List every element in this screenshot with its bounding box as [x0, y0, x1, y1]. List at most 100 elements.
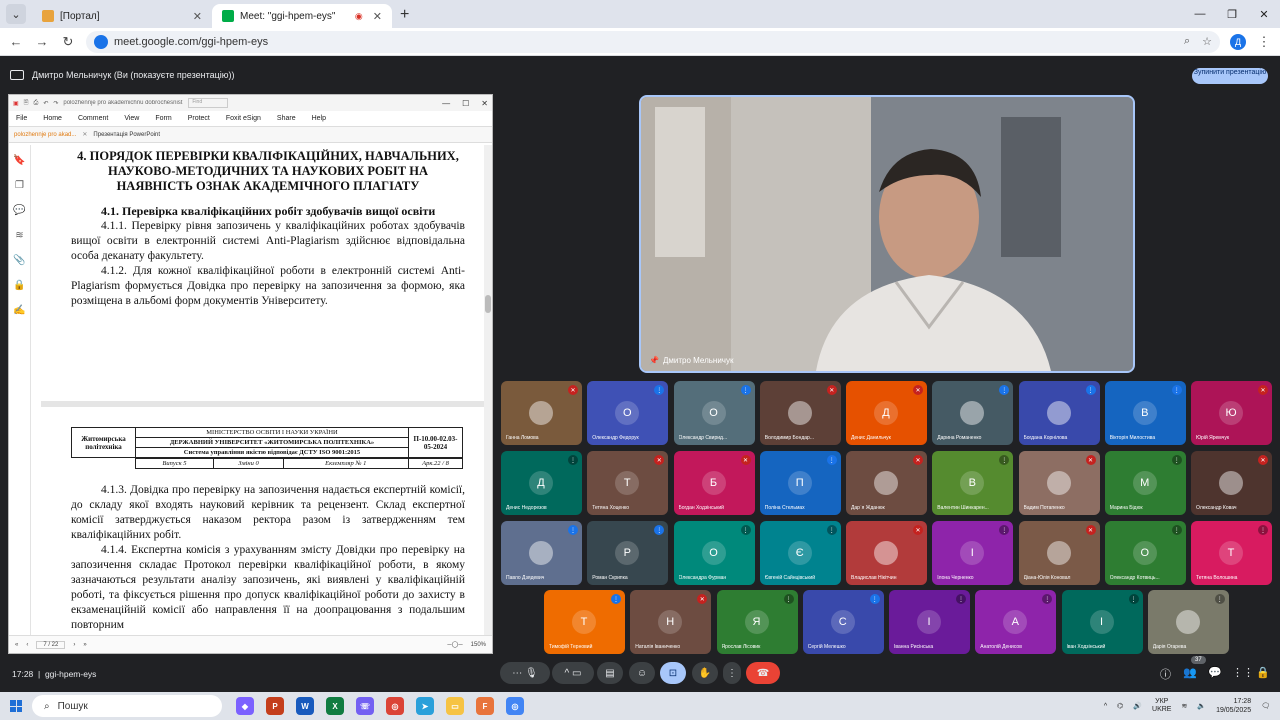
scroll-thumb[interactable]: [485, 295, 491, 313]
speaker-icon[interactable]: 🔈: [1197, 702, 1206, 710]
menu-file[interactable]: File: [16, 115, 27, 122]
menu-help[interactable]: Help: [312, 115, 326, 122]
prev-page-icon[interactable]: ‹: [26, 642, 28, 648]
participant-tile[interactable]: ✕ Дар`я Жданюк: [846, 451, 927, 515]
next-page-icon[interactable]: ›: [73, 642, 75, 648]
participant-tile[interactable]: І ⋮ Іван Ходзінський: [1061, 590, 1143, 654]
stop-presenting-button[interactable]: Зупинити презентацію: [1192, 68, 1268, 84]
more-menu-icon[interactable]: ⋮: [1256, 34, 1272, 50]
camera-button[interactable]: ^ ▭: [552, 662, 594, 684]
tab-search-icon[interactable]: ⌄: [6, 4, 26, 24]
network-icon[interactable]: ⌬: [1117, 702, 1123, 710]
participant-tile[interactable]: І ⋮ Іванна Рисінська: [889, 590, 970, 654]
zoom-icon[interactable]: ⌕: [1184, 35, 1190, 48]
participant-tile[interactable]: Є ⋮ Євгеній Сайнцівський: [759, 521, 841, 585]
document-view[interactable]: 4. ПОРЯДОК ПЕРЕВІРКИ КВАЛІФІКАЦІЙНИХ, НА…: [41, 145, 485, 635]
save-icon[interactable]: 🗎: [24, 98, 29, 108]
participant-tile[interactable]: Р ⋮ Роман Скрипка: [587, 521, 669, 585]
captions-button[interactable]: ▤: [597, 662, 623, 684]
activities-icon[interactable]: ⋮⋮: [1232, 666, 1254, 679]
undo-icon[interactable]: ↶: [43, 100, 48, 107]
raise-hand-button[interactable]: ✋: [692, 662, 718, 684]
maximize-icon[interactable]: ☐: [462, 99, 469, 108]
participant-tile[interactable]: А ⋮ Анатолій Денисов: [975, 590, 1057, 654]
menu-share[interactable]: Share: [277, 115, 296, 122]
close-tab-icon[interactable]: ✕: [373, 10, 382, 23]
participant-tile[interactable]: ✕ Володимир Бондар...: [759, 381, 841, 445]
back-icon[interactable]: ←: [8, 34, 24, 49]
menu-esign[interactable]: Foxit eSign: [226, 115, 261, 122]
pages-icon[interactable]: ❐: [15, 180, 24, 191]
last-page-icon[interactable]: »: [83, 642, 86, 648]
signature-icon[interactable]: ✍: [13, 305, 25, 316]
participant-tile[interactable]: ✕ Діана-Юлія Коновал: [1018, 521, 1100, 585]
chrome-active-icon[interactable]: ◎: [506, 697, 524, 715]
participant-tile[interactable]: Д ⋮ Денис Недорезов: [501, 451, 582, 515]
info-icon[interactable]: ⓘ: [1160, 666, 1171, 682]
participant-tile[interactable]: ⋮ Павло Дзядевич: [501, 521, 582, 585]
close-doc-tab-icon[interactable]: ✕: [82, 131, 87, 138]
browser-tab-meet[interactable]: Meet: "ggi-hpem-eys" ◉ ✕: [212, 4, 392, 28]
participant-tile[interactable]: ⋮ Дарія Огарева: [1147, 590, 1229, 654]
doc-tab-presentation[interactable]: Презентація PowerPoint: [93, 132, 160, 138]
participant-tile[interactable]: ⋮ Богдана Корнілова: [1018, 381, 1100, 445]
restore-icon[interactable]: ❐: [1216, 0, 1248, 28]
menu-comment[interactable]: Comment: [78, 115, 108, 122]
layers-icon[interactable]: ≋: [15, 230, 23, 241]
participant-tile[interactable]: С ⋮ Сергій Мелешко: [802, 590, 884, 654]
participant-tile[interactable]: ✕ Ганна Ломова: [501, 381, 582, 445]
zoom-level[interactable]: 150%: [471, 642, 486, 648]
doc-tab-polozhennje[interactable]: polozhennje pro akad...: [14, 132, 76, 138]
more-options-button[interactable]: ⋮: [723, 662, 741, 684]
bookmark-star-icon[interactable]: ☆: [1202, 35, 1212, 48]
menu-form[interactable]: Form: [155, 115, 171, 122]
participant-tile[interactable]: Я ⋮ Ярослав Лісовик: [716, 590, 798, 654]
emoji-button[interactable]: ☺: [629, 662, 655, 684]
participant-tile[interactable]: Т ⋮ Тимофій Терновий: [544, 590, 625, 654]
new-tab-icon[interactable]: +: [400, 6, 409, 24]
participant-tile[interactable]: П ⋮ Поліна Стельмах: [759, 451, 841, 515]
excel-icon[interactable]: X: [326, 697, 344, 715]
volume-icon[interactable]: 🔊: [1133, 702, 1142, 710]
forward-icon[interactable]: →: [34, 34, 50, 49]
participant-tile[interactable]: І ⋮ Ілона Черненко: [932, 521, 1014, 585]
participant-tile[interactable]: ✕ Олександр Ковач: [1191, 451, 1272, 515]
participant-tile[interactable]: Т ⋮ Тетяна Волошина: [1191, 521, 1272, 585]
zoom-slider-icon[interactable]: ─◯─: [447, 641, 462, 648]
find-input[interactable]: Find: [188, 98, 229, 108]
word-icon[interactable]: W: [296, 697, 314, 715]
clock[interactable]: 17:28 19/05/2025: [1216, 697, 1251, 715]
powerpoint-icon[interactable]: P: [266, 697, 284, 715]
page-number-input[interactable]: 7 / 22: [36, 640, 66, 649]
participant-tile[interactable]: ✕ Владислав Нікітчин: [846, 521, 927, 585]
reload-icon[interactable]: ↻: [60, 34, 76, 50]
close-tab-icon[interactable]: ✕: [193, 10, 202, 23]
url-text[interactable]: meet.google.com/ggi-hpem-eys: [114, 36, 268, 48]
participant-tile[interactable]: Д ✕ Денис Данильчук: [846, 381, 927, 445]
viber-icon[interactable]: ☏: [356, 697, 374, 715]
taskbar-search[interactable]: ⌕ Пошук: [32, 695, 222, 717]
print-icon[interactable]: ⎙: [34, 100, 39, 107]
profile-avatar[interactable]: Д: [1230, 33, 1246, 50]
windows-start-icon[interactable]: [10, 700, 22, 712]
leave-call-button[interactable]: ☎: [746, 662, 780, 684]
vertical-scrollbar[interactable]: [484, 145, 492, 635]
close-icon[interactable]: ✕: [481, 99, 488, 108]
comments-icon[interactable]: 💬: [13, 205, 25, 216]
participant-tile[interactable]: ⋮ Дарина Романенко: [932, 381, 1014, 445]
participant-tile[interactable]: О ⋮ Олександр Свирид...: [673, 381, 755, 445]
participant-tile[interactable]: О ⋮ Олександр Федорук: [587, 381, 669, 445]
participant-tile[interactable]: О ⋮ Олександра Фурман: [673, 521, 755, 585]
browser-tab-portal[interactable]: [Портал] ✕: [32, 4, 212, 28]
chat-icon[interactable]: 💬: [1208, 666, 1222, 679]
participant-tile[interactable]: Б ✕ Богдан Ходзінський: [673, 451, 755, 515]
file-explorer-icon[interactable]: ▭: [446, 697, 464, 715]
people-icon[interactable]: 👥: [1183, 666, 1197, 679]
site-info-icon[interactable]: [94, 34, 108, 49]
participant-tile[interactable]: О ⋮ Олександр Котвиць...: [1104, 521, 1186, 585]
url-bar[interactable]: meet.google.com/ggi-hpem-eys ⌕ ☆: [86, 30, 1220, 53]
present-button[interactable]: ⊡: [660, 662, 686, 684]
menu-protect[interactable]: Protect: [188, 115, 210, 122]
close-window-icon[interactable]: ✕: [1248, 0, 1280, 28]
menu-view[interactable]: View: [124, 115, 139, 122]
